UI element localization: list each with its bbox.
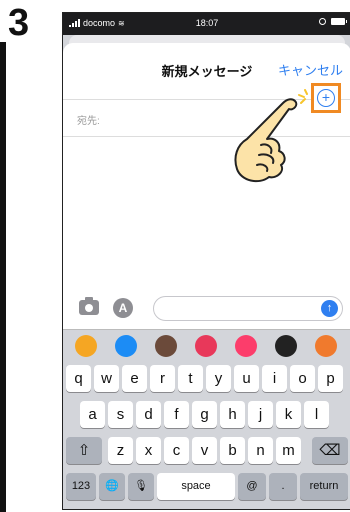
camera-icon[interactable] (79, 297, 99, 315)
to-field-label: 宛先: (77, 116, 100, 127)
key-p[interactable]: p (318, 365, 343, 392)
pointing-hand-icon (234, 98, 298, 183)
battery-icon (331, 18, 347, 25)
key-l[interactable]: l (304, 401, 329, 428)
photos-app-icon[interactable] (75, 335, 97, 357)
keyboard: q w e r t y u i o p a s d f g h j k l ⇧ … (63, 361, 350, 509)
send-button[interactable]: ↑ (321, 300, 338, 317)
key-x[interactable]: x (136, 437, 161, 464)
key-w[interactable]: w (94, 365, 119, 392)
key-b[interactable]: b (220, 437, 245, 464)
add-contact-button[interactable]: + (317, 89, 335, 107)
key-d[interactable]: d (136, 401, 161, 428)
mic-key[interactable]: 🎙 (128, 473, 154, 500)
key-o[interactable]: o (290, 365, 315, 392)
key-c[interactable]: c (164, 437, 189, 464)
memoji-app-icon[interactable] (155, 335, 177, 357)
message-input[interactable]: ↑ (153, 296, 343, 321)
cancel-button[interactable]: キャンセル (278, 60, 343, 79)
appstore-icon[interactable]: A (113, 298, 133, 318)
step-divider-bar (0, 42, 6, 512)
dot-key[interactable]: . (269, 473, 297, 500)
imessage-app-strip (63, 329, 350, 362)
key-u[interactable]: u (234, 365, 259, 392)
at-key[interactable]: @ (238, 473, 266, 500)
return-key[interactable]: return (300, 473, 348, 500)
orientation-lock-icon (319, 18, 326, 25)
key-k[interactable]: k (276, 401, 301, 428)
key-n[interactable]: n (248, 437, 273, 464)
key-h[interactable]: h (220, 401, 245, 428)
key-f[interactable]: f (164, 401, 189, 428)
key-a[interactable]: a (80, 401, 105, 428)
globe-key[interactable]: 🌐 (99, 473, 125, 500)
numbers-key[interactable]: 123 (66, 473, 96, 500)
more-app-icon[interactable] (315, 335, 337, 357)
key-y[interactable]: y (206, 365, 231, 392)
key-m[interactable]: m (276, 437, 301, 464)
key-e[interactable]: e (122, 365, 147, 392)
space-key[interactable]: space (157, 473, 235, 500)
appstore-app-icon[interactable] (115, 335, 137, 357)
shift-key[interactable]: ⇧ (66, 437, 102, 464)
key-s[interactable]: s (108, 401, 133, 428)
key-j[interactable]: j (248, 401, 273, 428)
message-input-bar: A ↑ (63, 289, 350, 329)
compose-sheet: 新規メッセージ キャンセル 宛先: (63, 43, 350, 299)
key-v[interactable]: v (192, 437, 217, 464)
key-t[interactable]: t (178, 365, 203, 392)
status-time: 18:07 (195, 18, 219, 28)
key-i[interactable]: i (262, 365, 287, 392)
images-search-app-icon[interactable] (195, 335, 217, 357)
key-r[interactable]: r (150, 365, 175, 392)
key-g[interactable]: g (192, 401, 217, 428)
status-bar: docomo ≋ 18:07 (63, 13, 350, 35)
status-right (319, 18, 347, 25)
music-app-icon[interactable] (235, 335, 257, 357)
step-number: 3 (8, 2, 30, 44)
delete-key[interactable]: ⌫ (312, 437, 348, 464)
phone-screen: docomo ≋ 18:07 新規メッセージ キャンセル 宛先: + A ↑ q… (62, 12, 350, 510)
digital-touch-app-icon[interactable] (275, 335, 297, 357)
key-q[interactable]: q (66, 365, 91, 392)
key-z[interactable]: z (108, 437, 133, 464)
